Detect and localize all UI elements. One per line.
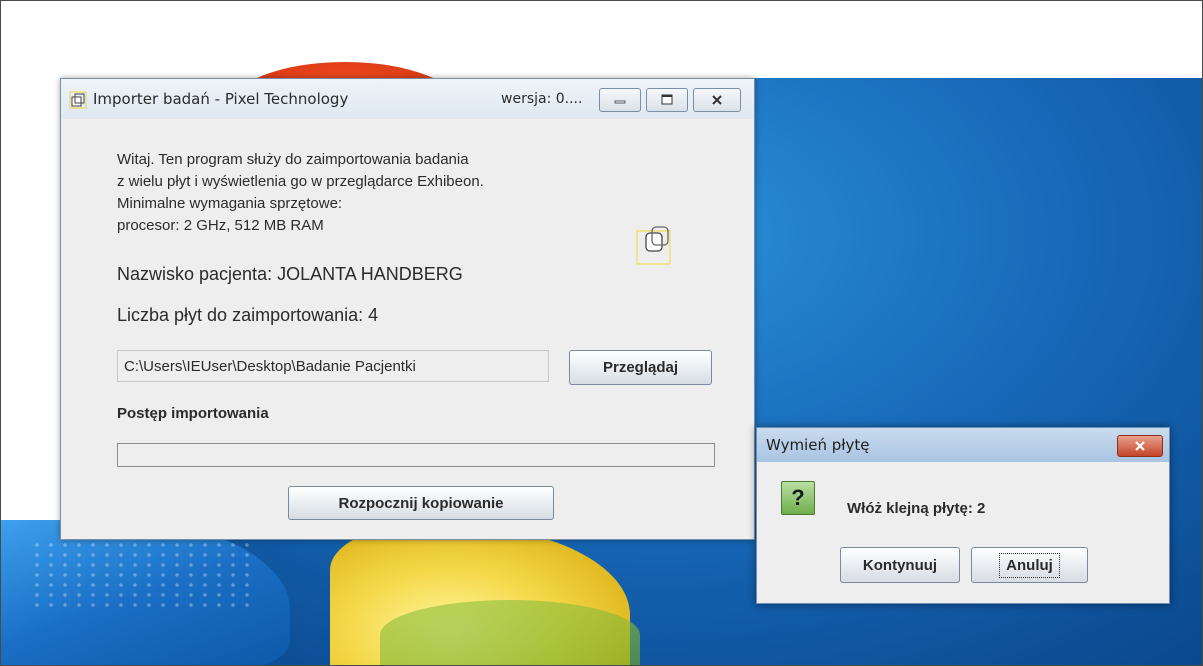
dialog-titlebar[interactable]: Wymień płytę — [757, 428, 1169, 462]
progress-label: Postęp importowania — [117, 405, 269, 422]
desktop-white-area-left — [0, 0, 60, 520]
version-label: wersja: 0.... — [501, 91, 583, 107]
dialog-close-button[interactable] — [1117, 435, 1163, 457]
import-progress-bar — [117, 443, 715, 467]
cancel-button[interactable]: Anuluj — [971, 547, 1088, 583]
intro-text: Witaj. Ten program służy do zaimportowan… — [117, 149, 484, 237]
importer-titlebar[interactable]: Importer badań - Pixel Technology wersja… — [61, 79, 754, 119]
maximize-button[interactable] — [646, 88, 688, 112]
cancel-button-label: Anuluj — [999, 552, 1060, 578]
minimize-icon — [614, 100, 626, 104]
browse-button[interactable]: Przeglądaj — [569, 350, 712, 385]
desktop-white-area — [0, 0, 1203, 78]
intro-line: z wielu płyt i wyświetlenia go w przeglą… — [117, 173, 484, 190]
swap-disc-dialog: Wymień płytę ? Włóż klejną płytę: 2 Kont… — [756, 427, 1170, 604]
start-copy-button[interactable]: Rozpocznij kopiowanie — [288, 486, 554, 520]
intro-line: procesor: 2 GHz, 512 MB RAM — [117, 217, 324, 234]
intro-line: Witaj. Ten program służy do zaimportowan… — [117, 151, 469, 168]
maximize-icon — [661, 94, 673, 105]
wallpaper-sparkles — [30, 540, 250, 610]
window-title: Importer badań - Pixel Technology — [93, 90, 349, 108]
windows-logo-green — [380, 600, 640, 666]
patient-name-label: Nazwisko pacjenta: JOLANTA HANDBERG — [117, 264, 463, 284]
dialog-message: Włóż klejną płytę: 2 — [847, 500, 986, 517]
question-icon: ? — [781, 481, 815, 515]
app-icon — [69, 91, 87, 109]
window-copy-icon — [636, 226, 671, 265]
close-icon — [1135, 441, 1145, 451]
path-field[interactable]: C:\Users\IEUser\Desktop\Badanie Pacjentk… — [117, 350, 549, 382]
intro-line: Minimalne wymagania sprzętowe: — [117, 195, 343, 212]
continue-button[interactable]: Kontynuuj — [840, 547, 960, 583]
dialog-title: Wymień płytę — [766, 436, 870, 454]
minimize-button[interactable] — [599, 88, 641, 112]
importer-window: Importer badań - Pixel Technology wersja… — [60, 78, 755, 540]
disc-count-label: Liczba płyt do zaimportowania: 4 — [117, 305, 379, 325]
close-icon — [712, 95, 722, 105]
close-button[interactable] — [693, 88, 741, 112]
